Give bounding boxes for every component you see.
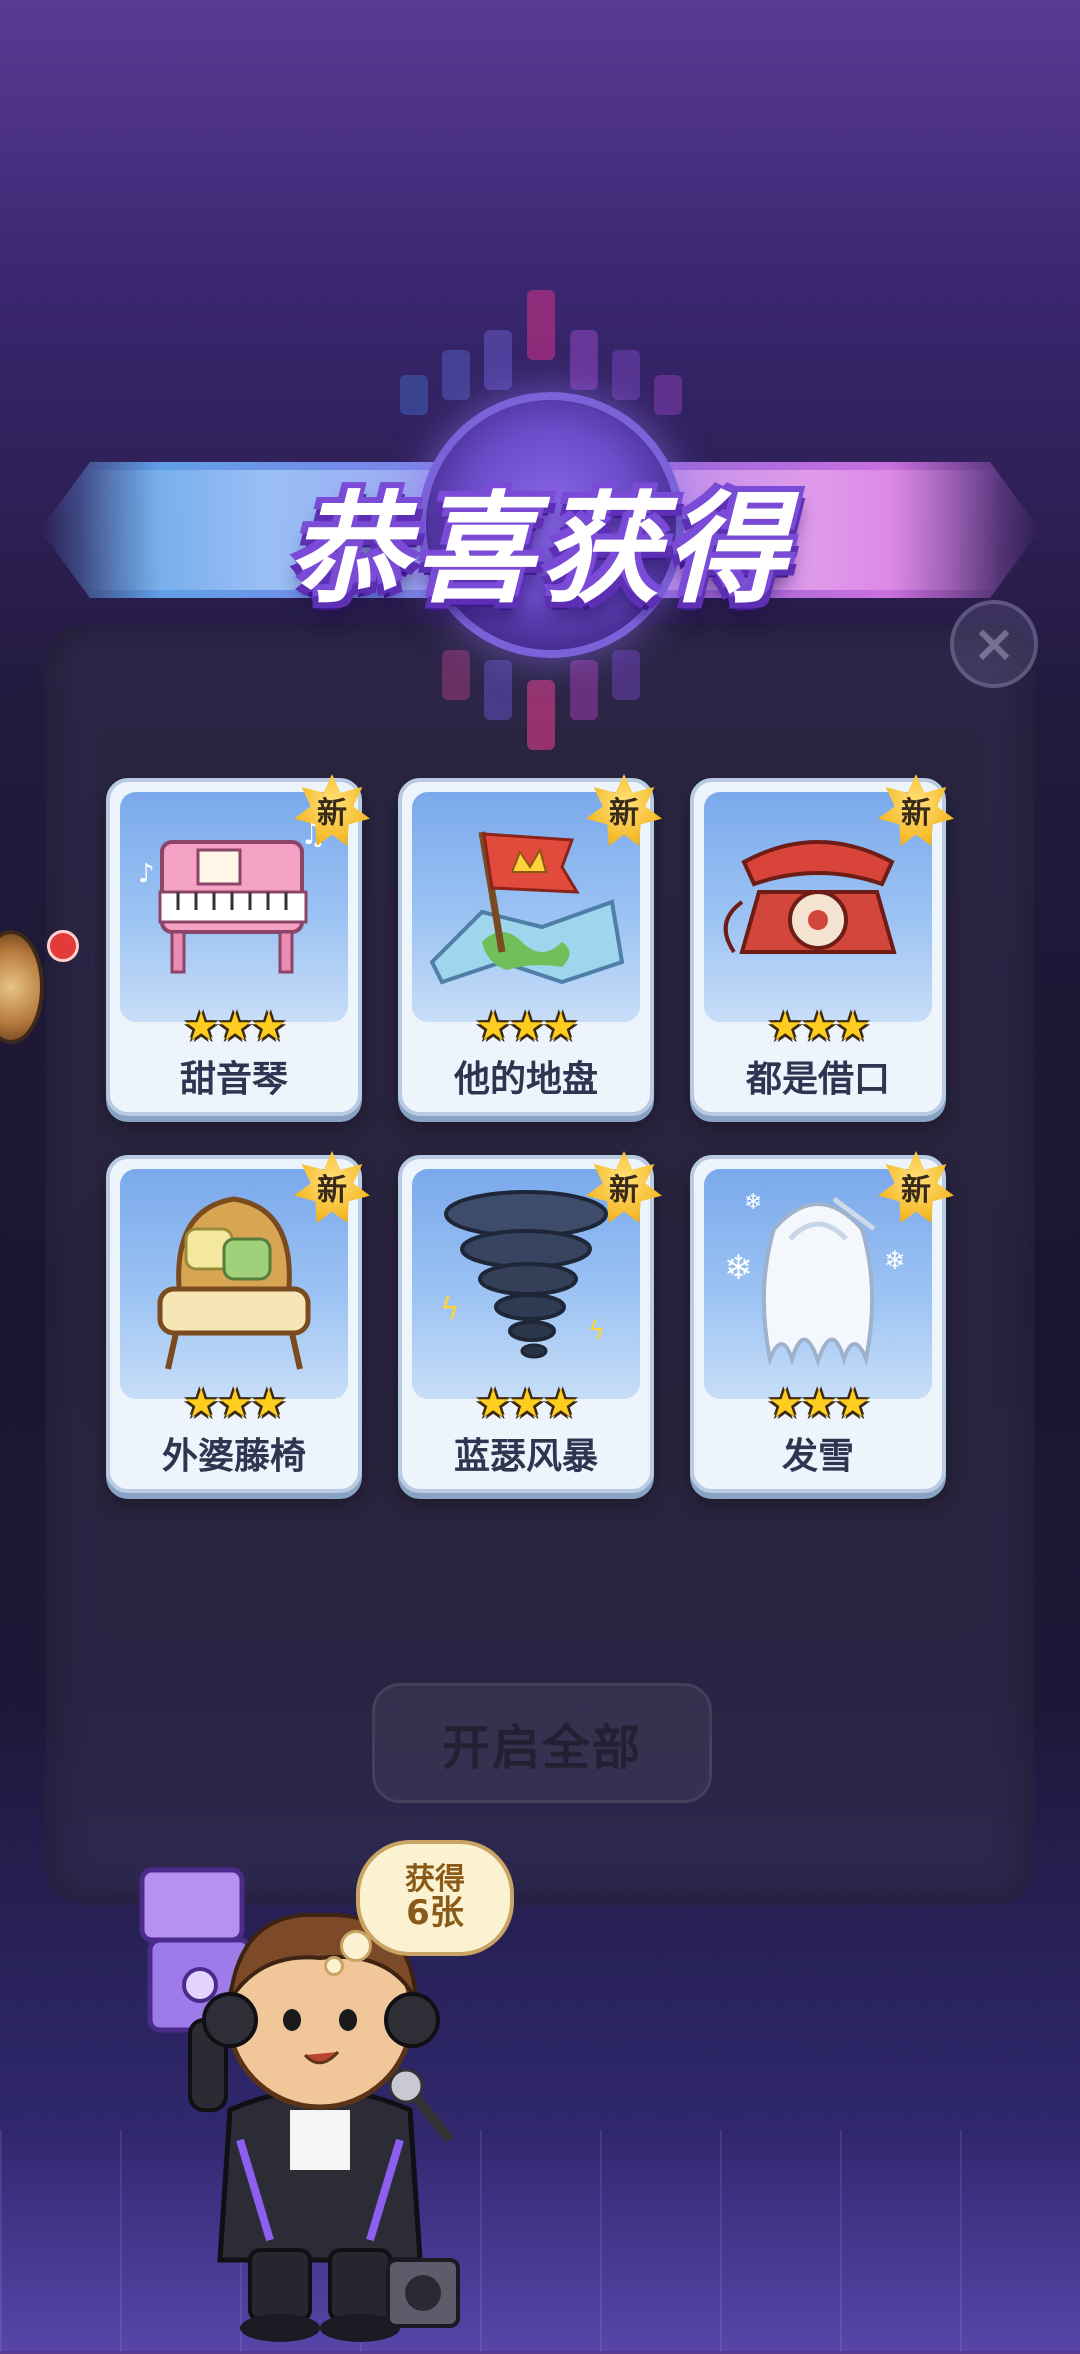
star-rating: ★★★ [475,1004,579,1050]
star-rating: ★★★ [475,1381,579,1427]
bubble-line2: 6张 [406,1892,464,1933]
new-badge: 新 [294,1151,370,1223]
card-name: 他的地盘 [453,1059,598,1100]
star-rating: ★★★ [183,1381,287,1427]
card-name: 发雪 [781,1436,854,1477]
svg-text:❄: ❄ [724,1248,753,1288]
svg-text:♪: ♪ [138,859,155,889]
speech-bubble: 获得 6张 [356,1840,514,1956]
svg-text:❄: ❄ [744,1190,762,1215]
side-coin-icon[interactable] [0,930,44,1044]
bubble-tail [340,1930,372,1962]
bubble-line1: 获得 [405,1862,465,1898]
card-name: 外婆藤椅 [161,1436,306,1477]
new-badge: 新 [586,1151,662,1223]
card-name: 蓝瑟风暴 [453,1436,598,1477]
reward-card[interactable]: ★★★ 都是借口 新 [690,774,954,1116]
reward-card[interactable]: ϟ ϟ ★★★ 蓝瑟风暴 新 [398,1151,662,1493]
new-badge: 新 [294,774,370,846]
card-name: 甜音琴 [179,1059,288,1100]
reward-card[interactable]: ★★★ 外婆藤椅 新 [106,1151,370,1493]
new-badge: 新 [878,774,954,846]
svg-text:❄: ❄ [884,1246,906,1276]
reward-card[interactable]: ❄ ❄ ❄ ★★★ 发雪 新 [690,1151,954,1493]
svg-text:ϟ: ϟ [588,1316,605,1346]
bubble-tail [324,1956,344,1976]
reward-card[interactable]: ★★★ 他的地盘 新 [398,774,662,1116]
page-title: 恭喜获得 [288,481,792,620]
open-all-button[interactable]: 开启全部 [372,1683,712,1803]
notification-dot [47,930,79,962]
star-rating: ★★★ [767,1381,871,1427]
star-rating: ★★★ [767,1004,871,1050]
new-badge: 新 [878,1151,954,1223]
reward-card[interactable]: ♫ ♪ ★★★ 甜音琴 新 [106,774,370,1116]
new-badge: 新 [586,774,662,846]
card-name: 都是借口 [745,1059,890,1100]
star-rating: ★★★ [183,1004,287,1050]
svg-text:ϟ: ϟ [440,1292,460,1327]
